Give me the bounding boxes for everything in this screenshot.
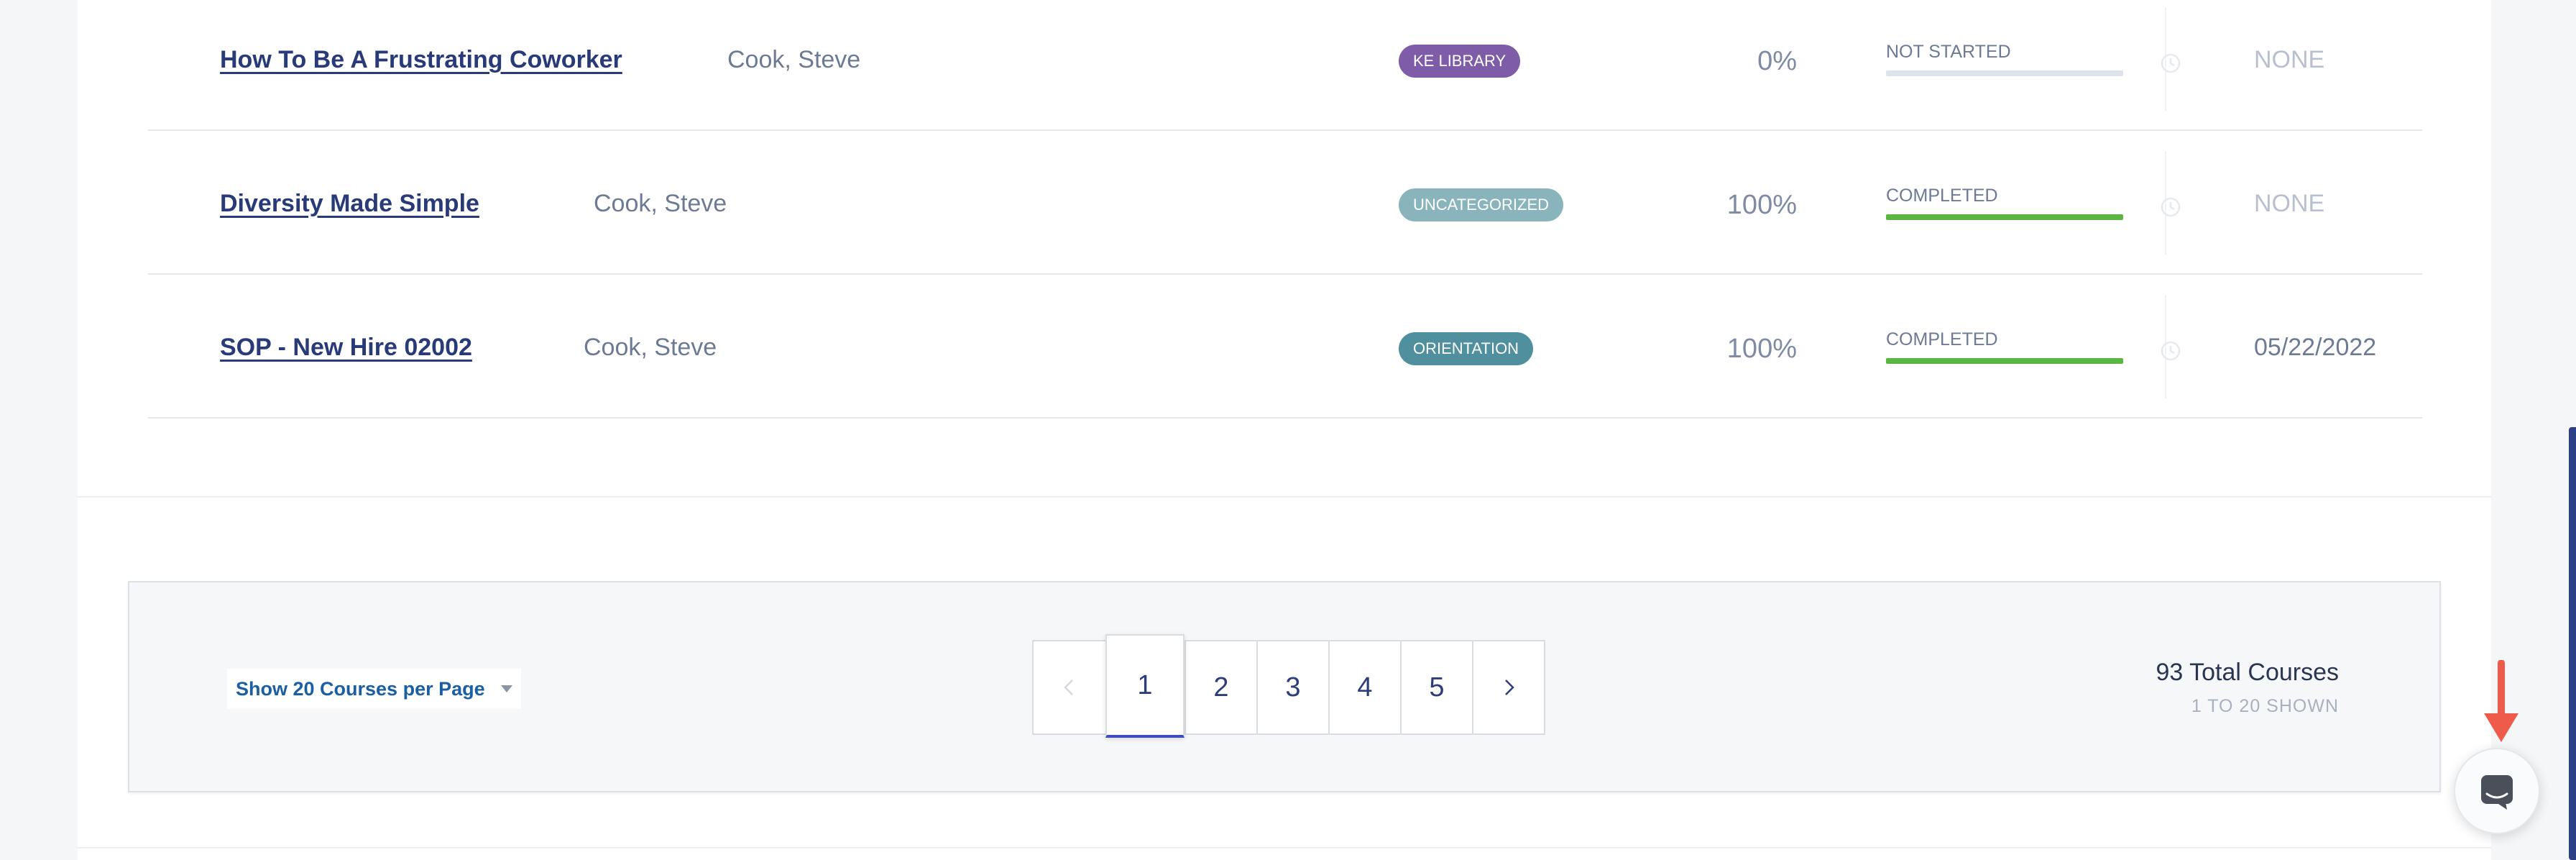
- due-date: NONE: [2254, 190, 2325, 217]
- page-button-4[interactable]: 4: [1328, 641, 1400, 733]
- shown-range: 1 TO 20 SHOWN: [2191, 696, 2339, 716]
- next-page-button[interactable]: [1472, 641, 1544, 733]
- per-page-dropdown[interactable]: Show 20 Courses per Page: [227, 669, 521, 709]
- page-button-1[interactable]: 1: [1105, 634, 1184, 738]
- chat-icon: [2481, 775, 2513, 810]
- pagination-panel: Show 20 Courses per Page 1 2 3 4 5 93 To…: [128, 581, 2441, 792]
- total-courses: 93 Total Courses: [2156, 659, 2339, 686]
- progress-percent: 100%: [1726, 190, 1797, 220]
- due-date: 05/22/2022: [2254, 334, 2377, 361]
- course-author: Cook, Steve: [594, 190, 727, 217]
- clock-icon: [2161, 341, 2181, 361]
- course-title-link[interactable]: How To Be A Frustrating Coworker: [220, 46, 622, 74]
- progress-percent: 100%: [1726, 334, 1797, 364]
- chevron-right-icon: [1505, 680, 1514, 695]
- course-author: Cook, Steve: [584, 334, 717, 361]
- section-divider: [78, 496, 2491, 498]
- arrow-down-icon: [2484, 660, 2518, 742]
- progress-status: COMPLETED: [1886, 186, 1998, 206]
- section-divider: [78, 847, 2491, 848]
- pagination: 1 2 3 4 5: [1032, 634, 1545, 738]
- chat-launcher-button[interactable]: [2454, 748, 2540, 834]
- progress-status: COMPLETED: [1886, 329, 1998, 349]
- caret-down-icon: [500, 685, 512, 692]
- page-button-3[interactable]: 3: [1256, 641, 1328, 733]
- due-date: NONE: [2254, 46, 2325, 73]
- clock-icon: [2161, 53, 2181, 73]
- course-row: SOP - New Hire 02002 Cook, Steve ORIENTA…: [148, 275, 2422, 418]
- chevron-left-icon: [1064, 680, 1073, 695]
- page-button-2[interactable]: 2: [1184, 641, 1256, 733]
- category-badge: UNCATEGORIZED: [1399, 188, 1564, 221]
- progress-bar: [1886, 70, 2123, 76]
- course-author: Cook, Steve: [727, 46, 861, 73]
- page-button-5[interactable]: 5: [1400, 641, 1472, 733]
- scrollbar-thumb[interactable]: [2569, 427, 2576, 860]
- course-row: How To Be A Frustrating Coworker Cook, S…: [148, 0, 2422, 131]
- per-page-label: Show 20 Courses per Page: [236, 677, 485, 700]
- progress-bar-fill: [1886, 214, 2123, 220]
- category-badge: KE LIBRARY: [1399, 45, 1521, 78]
- progress-status: NOT STARTED: [1886, 42, 2011, 62]
- progress-bar-fill: [1886, 358, 2123, 364]
- course-title-link[interactable]: Diversity Made Simple: [220, 190, 479, 218]
- category-badge: ORIENTATION: [1399, 332, 1534, 365]
- progress-percent: 0%: [1757, 46, 1797, 76]
- course-title-link[interactable]: SOP - New Hire 02002: [220, 334, 472, 362]
- progress-bar: [1886, 358, 2123, 364]
- prev-page-button[interactable]: [1034, 641, 1105, 733]
- clock-icon: [2161, 197, 2181, 217]
- progress-bar: [1886, 214, 2123, 220]
- course-row: Diversity Made Simple Cook, Steve UNCATE…: [148, 131, 2422, 275]
